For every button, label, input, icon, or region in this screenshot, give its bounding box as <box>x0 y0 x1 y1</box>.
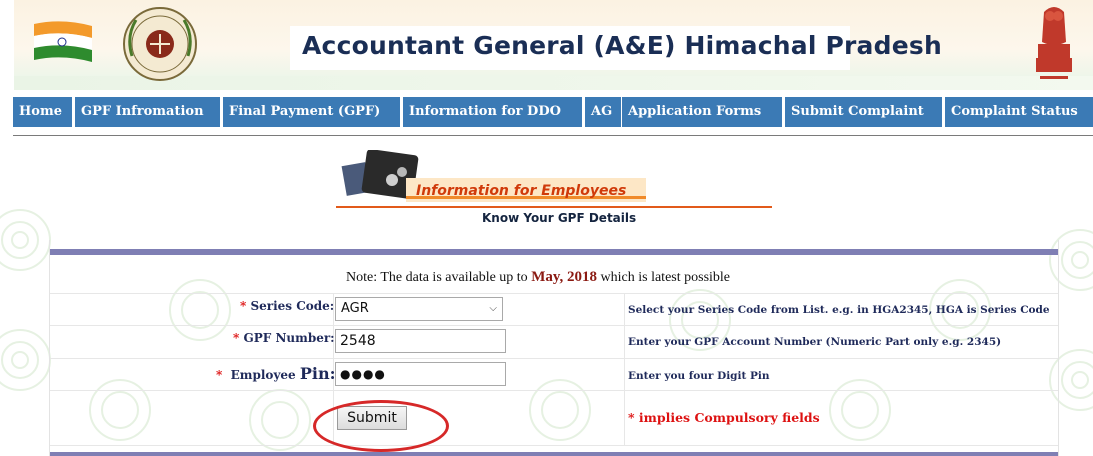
employee-pin-input[interactable]: ●●●● <box>335 362 506 386</box>
row-divider <box>50 325 1058 326</box>
row-divider <box>50 358 1058 359</box>
nav-application-forms[interactable]: Application Forms <box>622 97 782 127</box>
employees-banner-graphic <box>336 150 772 208</box>
row-divider <box>50 390 1058 391</box>
panel-bottom-bar <box>50 452 1058 456</box>
data-availability-note: Note: The data is available up to May, 2… <box>346 269 731 285</box>
compulsory-fields-note: * implies Compulsory fields <box>628 410 820 425</box>
india-flag-icon <box>34 21 92 62</box>
panel-top-bar <box>50 249 1058 255</box>
column-divider <box>624 294 625 446</box>
nav-home[interactable]: Home <box>13 97 72 127</box>
employee-pin-help: Enter you four Digit Pin <box>628 370 770 382</box>
row-divider <box>50 445 1058 446</box>
series-code-select[interactable]: AGR ⌵ <box>335 297 503 321</box>
site-title: Accountant General (A&E) Himachal Prades… <box>302 31 942 60</box>
data-date: May, 2018 <box>531 269 598 285</box>
nav-divider <box>13 135 1093 136</box>
highlight-circle <box>313 400 449 452</box>
chevron-down-icon: ⌵ <box>489 303 497 314</box>
page-subtitle: Know Your GPF Details <box>482 211 637 225</box>
banner-title: Information for Employees <box>416 183 627 199</box>
row-divider <box>50 293 1058 294</box>
nav-submit-complaint[interactable]: Submit Complaint <box>785 97 942 127</box>
nav-final-payment[interactable]: Final Payment (GPF) <box>223 97 400 127</box>
nav-complaint-status[interactable]: Complaint Status <box>945 97 1093 127</box>
nav-gpf-information[interactable]: GPF Infromation <box>75 97 220 127</box>
employee-pin-label: * Employee Pin: <box>216 364 336 383</box>
nav-ag[interactable]: AG <box>585 97 621 127</box>
cag-seal-icon <box>123 7 197 81</box>
gpf-number-help: Enter your GPF Account Number (Numeric P… <box>628 336 1002 348</box>
nav-information-for-ddo[interactable]: Information for DDO <box>403 97 582 127</box>
gpf-number-input[interactable]: 2548 <box>335 329 506 353</box>
gpf-number-label: * GPF Number: <box>233 331 335 345</box>
series-code-help: Select your Series Code from List. e.g. … <box>628 304 1050 316</box>
series-code-label: * Series Code: <box>240 299 335 313</box>
main-nav: Home GPF Infromation Final Payment (GPF)… <box>13 97 1093 127</box>
national-emblem-icon <box>1036 7 1072 79</box>
